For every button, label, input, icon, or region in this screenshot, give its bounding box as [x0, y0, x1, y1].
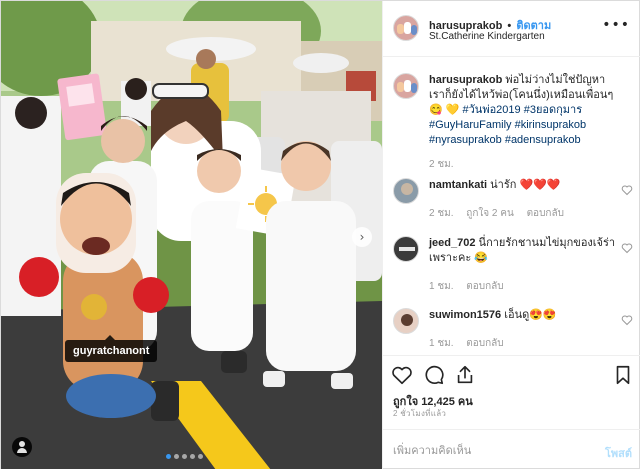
- instagram-post-modal: › guyratchanont harusuprakob • ติดตาม St…: [0, 0, 640, 469]
- comment-username[interactable]: jeed_702: [429, 237, 475, 249]
- reply-button[interactable]: ตอบกลับ: [527, 208, 564, 219]
- user-tag-icon[interactable]: [12, 437, 32, 457]
- caption-text: harusuprakob พ่อไม่ว่างไม่ใช่ปัญหา เราก็…: [429, 73, 619, 148]
- post-timestamp[interactable]: 2 ชั่วโมงที่แล้ว: [393, 407, 446, 420]
- post-photo[interactable]: › guyratchanont: [1, 1, 382, 469]
- comment-age[interactable]: 2 ชม.: [429, 208, 454, 219]
- photo-scene: [1, 1, 382, 469]
- heart-icon[interactable]: [391, 364, 413, 386]
- comment-meta: 2 ชม. ถูกใจ 2 คน ตอบกลับ: [429, 206, 574, 221]
- heart-icon[interactable]: [621, 184, 633, 196]
- more-icon[interactable]: •••: [602, 17, 630, 33]
- comment-username[interactable]: suwimon1576: [429, 309, 501, 321]
- comments-list: harusuprakob พ่อไม่ว่างไม่ใช่ปัญหา เราก็…: [383, 57, 640, 355]
- comment-meta: 1 ชม. ตอบกลับ: [429, 336, 514, 351]
- comment-like-count[interactable]: ถูกใจ 2 คน: [466, 208, 514, 219]
- next-photo-button[interactable]: ›: [352, 227, 372, 247]
- avatar[interactable]: [393, 178, 419, 204]
- comment-body: น่ารัก ❤️❤️❤️: [490, 179, 561, 191]
- reply-button[interactable]: ตอบกลับ: [466, 338, 503, 349]
- comment-username[interactable]: namtankati: [429, 179, 487, 191]
- comment-body: เอ็นดู😍😍: [504, 309, 557, 321]
- carousel-dots: [166, 454, 203, 459]
- comment-text: jeed_702 นี่กายรักชานมไข่มุกของเจ้ร่าเพร…: [429, 236, 619, 266]
- comment-meta: 1 ชม. ตอบกลับ: [429, 279, 514, 294]
- post-actions: ถูกใจ 12,425 คน: [383, 355, 640, 408]
- heart-icon[interactable]: [621, 242, 633, 254]
- avatar[interactable]: [393, 308, 419, 334]
- chevron-right-icon: ›: [359, 230, 365, 244]
- post-sidebar: harusuprakob • ติดตาม St.Catherine Kinde…: [382, 1, 640, 469]
- avatar[interactable]: [393, 15, 419, 41]
- comment-text: suwimon1576 เอ็นดู😍😍: [429, 308, 619, 323]
- share-icon[interactable]: [454, 364, 476, 386]
- comment-text: namtankati น่ารัก ❤️❤️❤️: [429, 178, 619, 193]
- add-comment-bar: โพสต์: [383, 429, 640, 469]
- comment-age[interactable]: 1 ชม.: [429, 338, 454, 349]
- comment-age[interactable]: 1 ชม.: [429, 281, 454, 292]
- caption-age[interactable]: 2 ชม.: [429, 159, 454, 170]
- reply-button[interactable]: ตอบกลับ: [466, 281, 503, 292]
- carousel-dot: [174, 454, 179, 459]
- caption-username[interactable]: harusuprakob: [429, 74, 502, 86]
- carousel-dot: [182, 454, 187, 459]
- post-comment-button[interactable]: โพสต์: [605, 444, 632, 462]
- post-header: harusuprakob • ติดตาม St.Catherine Kinde…: [383, 1, 640, 57]
- heart-icon[interactable]: [621, 314, 633, 326]
- bookmark-icon[interactable]: [612, 364, 634, 386]
- carousel-dot: [166, 454, 171, 459]
- avatar[interactable]: [393, 73, 419, 99]
- caption-meta: 2 ชม.: [429, 157, 464, 172]
- comment-icon[interactable]: [423, 364, 445, 386]
- carousel-dot: [198, 454, 203, 459]
- photo-user-tag[interactable]: guyratchanont: [65, 335, 158, 362]
- location-link[interactable]: St.Catherine Kindergarten: [429, 31, 545, 42]
- comment-input[interactable]: [393, 442, 583, 460]
- avatar[interactable]: [393, 236, 419, 262]
- carousel-dot: [190, 454, 195, 459]
